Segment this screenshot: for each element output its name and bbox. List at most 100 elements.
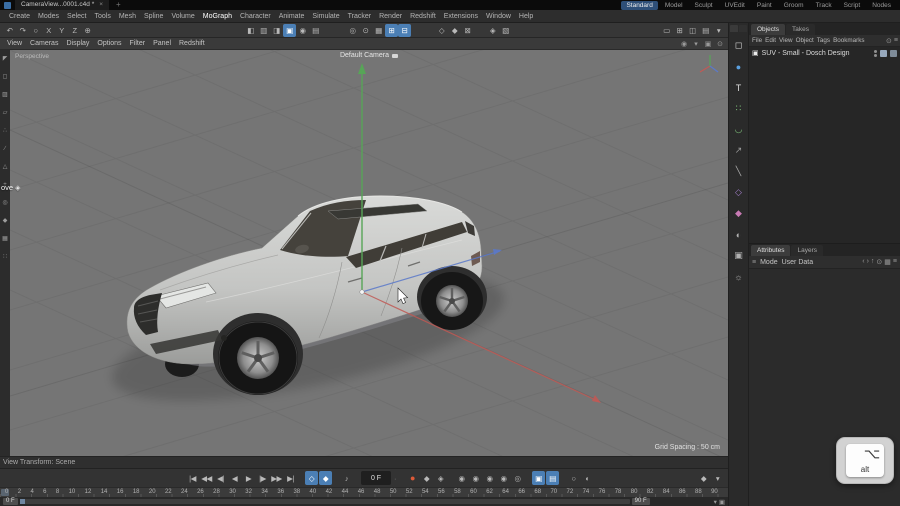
timeline-key-icon[interactable]: ◆ [697, 471, 710, 485]
workspace-tab-7[interactable]: Script [839, 1, 866, 10]
workplane-align-button[interactable]: ⊠ [461, 24, 474, 37]
filter-icon[interactable]: ▦ [884, 258, 891, 266]
x-axis-lock-toggle[interactable]: X [42, 24, 55, 37]
record-position-toggle[interactable]: ◉ [455, 471, 468, 485]
tab-takes[interactable]: Takes [786, 24, 815, 35]
isoline-editing-toggle[interactable]: ◈ [486, 24, 499, 37]
render-view-button[interactable]: ◧ [244, 24, 257, 37]
range-options-icon[interactable]: ▾ [714, 498, 717, 506]
point-level-animation-toggle[interactable]: ◇ [305, 471, 318, 485]
record-pla-toggle[interactable]: ◎ [511, 471, 524, 485]
search-icon[interactable]: ⊙ [876, 258, 882, 266]
menu-item-6[interactable]: Volume [167, 13, 198, 20]
menu-item-11[interactable]: Tracker [344, 13, 375, 20]
play-backwards-button[interactable]: ◀ [228, 471, 241, 485]
grid-snap-toggle[interactable]: ⊞ [385, 24, 398, 37]
vp-settings-icon[interactable]: ⊙ [715, 40, 725, 48]
range-track[interactable] [20, 499, 630, 504]
up-arrow-icon[interactable]: ↑ [871, 258, 875, 266]
workspace-tab-3[interactable]: UVEdit [720, 1, 750, 10]
polygons-mode-icon[interactable]: △ [3, 164, 8, 171]
menu-item-8[interactable]: Character [236, 13, 275, 20]
interactive-render-region-toggle[interactable]: ▣ [283, 24, 296, 37]
record-keyframe-button[interactable]: ◆ [420, 471, 433, 485]
prev-key-button[interactable]: ◀◀ [200, 471, 213, 485]
mode-label[interactable]: Mode [760, 259, 778, 266]
menu-item-4[interactable]: Mesh [115, 13, 140, 20]
model-mode-icon[interactable]: ◻ [3, 74, 8, 81]
objects-menu-2[interactable]: View [779, 37, 793, 44]
render-picture-viewer-button[interactable]: ▥ [257, 24, 270, 37]
render-settings-button[interactable]: ◉ [296, 24, 309, 37]
viewport-menu-0[interactable]: View [3, 40, 26, 47]
render-queue-button[interactable]: ▤ [309, 24, 322, 37]
visibility-dots[interactable] [874, 50, 877, 57]
cloner-icon[interactable]: ∷ [731, 101, 747, 116]
object-name[interactable]: SUV - Small - Dosch Design [762, 50, 850, 57]
z-axis-lock-toggle[interactable]: Z [68, 24, 81, 37]
workspace-tab-8[interactable]: Nodes [867, 1, 896, 10]
mograph-text-icon[interactable]: T [731, 80, 747, 95]
workspace-tab-1[interactable]: Model [660, 1, 688, 10]
record-parameter-toggle[interactable]: ◉ [497, 471, 510, 485]
layout-custom-view-button[interactable]: ▤ [699, 24, 712, 37]
make-editable-icon[interactable]: ◤ [3, 56, 8, 63]
layout-split-view-button[interactable]: ◫ [686, 24, 699, 37]
spline-pen-icon[interactable]: ╲ [731, 164, 747, 179]
menu-item-1[interactable]: Modes [34, 13, 63, 20]
panel-menu-icon[interactable]: ≡ [893, 258, 897, 266]
menu-item-10[interactable]: Simulate [308, 13, 343, 20]
timeline-menu-icon[interactable]: ▾ [711, 471, 724, 485]
document-tab[interactable]: CameraView...0001.c4d * × [15, 0, 109, 10]
layout-menu-button[interactable]: ▾ [712, 24, 725, 37]
viewport-solo-icon[interactable]: ◎ [2, 200, 7, 207]
workspace-tab-6[interactable]: Track [811, 1, 837, 10]
points-mode-icon[interactable]: ∴ [3, 128, 7, 135]
viewport[interactable]: Perspective Default Camera Grid Spacing … [10, 50, 728, 456]
menu-item-2[interactable]: Select [63, 13, 90, 20]
workspace-tab-2[interactable]: Sculpt [690, 1, 718, 10]
viewport-menu-1[interactable]: Cameras [26, 40, 62, 47]
timeline-ruler[interactable]: 0246810121416182022242628303234363840424… [0, 487, 728, 497]
sound-toggle[interactable]: ♪ [340, 471, 353, 485]
range-end-grip[interactable]: 90 F [632, 498, 650, 505]
axis-center-button[interactable]: ◆ [448, 24, 461, 37]
light-icon[interactable]: ☼ [731, 269, 747, 284]
user-data-label[interactable]: User Data [782, 259, 814, 266]
vp-camera-icon[interactable]: ▣ [703, 40, 713, 48]
goto-end-button[interactable]: ▶| [284, 471, 297, 485]
workspace-tab-5[interactable]: Groom [779, 1, 809, 10]
new-document-button[interactable]: + [113, 0, 124, 10]
workplane-lock-icon[interactable]: ▦ [2, 236, 8, 243]
back-arrow-icon[interactable]: ‹ [862, 258, 864, 266]
active-camera-hud[interactable]: Default Camera [340, 52, 398, 59]
field-icon[interactable]: ◡ [731, 122, 747, 137]
filter-icon[interactable]: ≡ [894, 37, 898, 45]
play-button[interactable]: ▶ [242, 471, 255, 485]
camera-icon[interactable]: ▣ [731, 248, 747, 263]
objects-menu-3[interactable]: Object [796, 37, 814, 44]
menu-item-3[interactable]: Tools [91, 13, 115, 20]
vp-state-icon[interactable]: ▾ [691, 40, 701, 48]
goto-start-button[interactable]: |◀ [186, 471, 199, 485]
menu-item-16[interactable]: Help [515, 13, 537, 20]
objects-menu-5[interactable]: Bookmarks [833, 37, 865, 44]
objects-menu-0[interactable]: File [752, 37, 762, 44]
vp-lock-icon[interactable]: ◉ [679, 40, 689, 48]
menu-item-9[interactable]: Animate [275, 13, 309, 20]
dynamics-icon[interactable]: ◆ [731, 206, 747, 221]
display-tag-icon[interactable] [890, 50, 897, 57]
prev-frame-button[interactable]: ◀| [214, 471, 227, 485]
menu-item-15[interactable]: Window [482, 13, 515, 20]
workplane-mode-icon[interactable]: ▱ [3, 110, 8, 117]
record-scale-toggle[interactable]: ◉ [469, 471, 482, 485]
viewport-menu-5[interactable]: Panel [149, 40, 175, 47]
fit-range-icon[interactable]: ▣ [719, 498, 725, 506]
timeline-quantize-toggle[interactable]: ▤ [546, 471, 559, 485]
menu-item-0[interactable]: Create [5, 13, 34, 20]
texture-mode-icon[interactable]: ▨ [2, 92, 8, 99]
viewport-canvas[interactable] [10, 50, 728, 456]
deformer-icon[interactable]: ◇ [731, 185, 747, 200]
forward-arrow-icon[interactable]: › [867, 258, 869, 266]
redo-button[interactable]: ↷ [16, 24, 29, 37]
